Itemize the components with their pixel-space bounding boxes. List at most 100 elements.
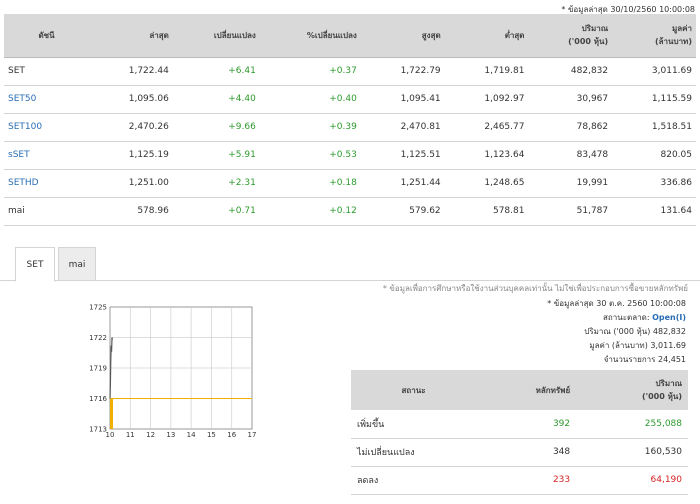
info-deals-value: 24,451 <box>658 355 686 364</box>
status-volume-down: 64,190 <box>576 466 688 495</box>
cell-change: +0.71 <box>172 197 260 226</box>
cell-pct-change: +0.37 <box>259 57 361 86</box>
header-volume: ปริมาณ ('000 หุ้น) <box>528 14 613 58</box>
cell-high: 2,470.81 <box>360 113 445 142</box>
header-volume-line2: ('000 หุ้น) <box>568 37 609 47</box>
header-low: ต่ำสุด <box>444 14 529 58</box>
cell-low: 578.81 <box>444 197 529 226</box>
header-status: สถานะ <box>351 370 476 410</box>
market-index-table: ดัชนี ล่าสุด เปลี่ยนแปลง %เปลี่ยนแปลง สู… <box>4 14 696 226</box>
chart-y-tick: 1725 <box>89 304 107 312</box>
disclaimer-text: * ข้อมูลเพื่อการศึกษาหรือใช้งานส่วนบุคคล… <box>382 284 688 293</box>
header-status-volume: ปริมาณ ('000 หุ้น) <box>576 370 688 410</box>
cell-value: 1,518.51 <box>612 113 696 142</box>
tab-set[interactable]: SET <box>15 247 55 282</box>
info-volume: ปริมาณ ('000 หุ้น) 482,832 <box>420 325 686 338</box>
header-change: เปลี่ยนแปลง <box>172 14 260 58</box>
table-row: sSET 1,125.19 +5.91 +0.53 1,125.51 1,123… <box>4 141 696 170</box>
status-count-down: 233 <box>476 466 577 495</box>
cell-value: 336.86 <box>612 169 696 198</box>
header-index: ดัชนี <box>4 14 89 58</box>
table-row: SET100 2,470.26 +9.66 +0.39 2,470.81 2,4… <box>4 113 696 142</box>
cell-change: +9.66 <box>172 113 260 142</box>
chart-y-tick: 1722 <box>89 334 107 342</box>
chart-y-tick: 1713 <box>89 426 107 434</box>
info-value-label: มูลค่า (ล้านบาท) <box>589 341 648 350</box>
index-name-mai: mai <box>4 197 89 226</box>
info-deals: จำนวนรายการ 24,451 <box>420 353 686 366</box>
status-volume-up: 255,088 <box>576 410 688 439</box>
header-high: สูงสุด <box>360 14 445 58</box>
cell-value: 820.05 <box>612 141 696 170</box>
header-value-line2: (ล้านบาท) <box>654 37 692 47</box>
tab-mai[interactable]: mai <box>58 247 96 281</box>
table-row: เพิ่มขึ้น 392 255,088 <box>351 410 688 439</box>
cell-value: 3,011.69 <box>612 57 696 86</box>
header-volume-line1: ปริมาณ <box>581 24 609 34</box>
chart-y-tick: 1719 <box>89 365 107 373</box>
cell-volume: 51,787 <box>528 197 613 226</box>
index-link-sethd[interactable]: SETHD <box>4 169 89 198</box>
table-row: SETHD 1,251.00 +2.31 +0.18 1,251.44 1,24… <box>4 169 696 198</box>
info-value-value: 3,011.69 <box>650 341 686 350</box>
index-link-set50[interactable]: SET50 <box>4 85 89 114</box>
header-pct-change: %เปลี่ยนแปลง <box>259 14 361 58</box>
cell-last: 1,125.19 <box>89 141 173 170</box>
index-link-sset[interactable]: sSET <box>4 141 89 170</box>
status-label-unchanged: ไม่เปลี่ยนแปลง <box>351 438 476 467</box>
chart-x-tick: 17 <box>248 431 257 439</box>
info-updated: * ข้อมูลล่าสุด 30 ต.ค. 2560 10:00:08 <box>547 299 686 308</box>
cell-high: 1,095.41 <box>360 85 445 114</box>
table-header-row: ดัชนี ล่าสุด เปลี่ยนแปลง %เปลี่ยนแปลง สู… <box>4 14 696 58</box>
header-last: ล่าสุด <box>89 14 173 58</box>
cell-low: 2,465.77 <box>444 113 529 142</box>
intraday-chart: 10 11 12 13 14 15 16 17 1713 1716 1719 1722 1725 <box>82 299 262 440</box>
status-volume-unchanged: 160,530 <box>576 438 688 467</box>
header-value-line1: มูลค่า <box>671 24 692 34</box>
table-row: SET50 1,095.06 +4.40 +0.40 1,095.41 1,09… <box>4 85 696 114</box>
header-value: มูลค่า (ล้านบาท) <box>612 14 696 58</box>
chart-volume-area <box>110 398 113 429</box>
cell-volume: 83,478 <box>528 141 613 170</box>
cell-value: 131.64 <box>612 197 696 226</box>
cell-volume: 78,862 <box>528 113 613 142</box>
cell-volume: 482,832 <box>528 57 613 86</box>
chart-x-tick: 12 <box>146 431 155 439</box>
status-count-unchanged: 348 <box>476 438 577 467</box>
cell-last: 1,722.44 <box>89 57 173 86</box>
chart-x-tick: 13 <box>166 431 175 439</box>
cell-low: 1,092.97 <box>444 85 529 114</box>
header-status-volume-line2: ('000 หุ้น) <box>642 392 682 401</box>
cell-last: 1,095.06 <box>89 85 173 114</box>
chart-x-tick: 11 <box>126 431 135 439</box>
cell-volume: 30,967 <box>528 85 613 114</box>
info-volume-value: 482,832 <box>652 327 686 336</box>
market-tabs: SET mai <box>0 245 700 282</box>
cell-last: 578.96 <box>89 197 173 226</box>
cell-high: 579.62 <box>360 197 445 226</box>
cell-pct-change: +0.40 <box>259 85 361 114</box>
index-name-set: SET <box>4 57 89 86</box>
cell-pct-change: +0.18 <box>259 169 361 198</box>
info-volume-label: ปริมาณ ('000 หุ้น) <box>584 327 651 336</box>
chart-x-tick: 14 <box>187 431 196 439</box>
cell-change: +5.91 <box>172 141 260 170</box>
cell-value: 1,115.59 <box>612 85 696 114</box>
status-header-row: สถานะ หลักทรัพย์ ปริมาณ ('000 หุ้น) <box>351 370 688 410</box>
cell-change: +2.31 <box>172 169 260 198</box>
advance-decline-table: สถานะ หลักทรัพย์ ปริมาณ ('000 หุ้น) เพิ่ม… <box>351 370 688 495</box>
info-deals-label: จำนวนรายการ <box>603 355 656 364</box>
market-status-label: สถานะตลาด: <box>603 313 650 322</box>
cell-high: 1,125.51 <box>360 141 445 170</box>
header-status-volume-line1: ปริมาณ <box>655 379 682 388</box>
cell-low: 1,248.65 <box>444 169 529 198</box>
table-row: ลดลง 233 64,190 <box>351 466 688 495</box>
table-row: mai 578.96 +0.71 +0.12 579.62 578.81 51,… <box>4 197 696 226</box>
header-securities: หลักทรัพย์ <box>476 370 577 410</box>
cell-high: 1,251.44 <box>360 169 445 198</box>
market-status-value: Open(I) <box>652 313 686 322</box>
cell-volume: 19,991 <box>528 169 613 198</box>
cell-pct-change: +0.53 <box>259 141 361 170</box>
index-link-set100[interactable]: SET100 <box>4 113 89 142</box>
table-row: ไม่เปลี่ยนแปลง 348 160,530 <box>351 438 688 467</box>
